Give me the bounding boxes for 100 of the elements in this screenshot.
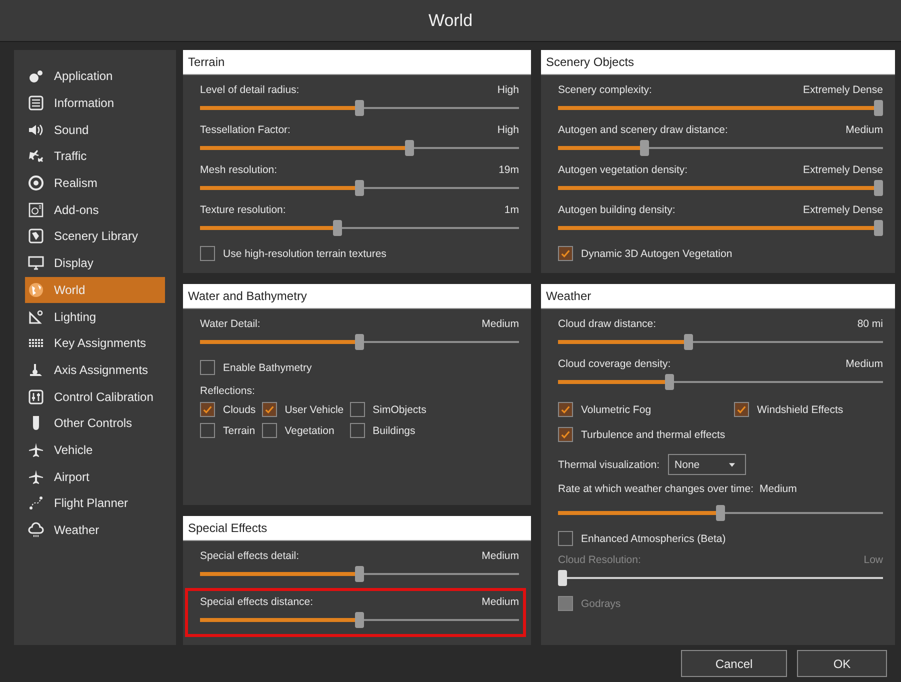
slider-value: 19m	[498, 164, 519, 176]
monitor-icon	[28, 255, 44, 272]
list-icon	[28, 95, 44, 112]
checkbox-label: Enable Bathymetry	[223, 362, 312, 374]
checkbox-label: Vegetation	[284, 424, 334, 436]
sidebar-item[interactable]: Control Calibration	[25, 383, 165, 410]
sidebar-item[interactable]: Display	[25, 250, 165, 276]
checkbox[interactable]	[262, 423, 277, 438]
checkbox[interactable]	[558, 427, 573, 442]
panel-title: Water and Bathymetry	[188, 289, 307, 303]
sidebar-item[interactable]: Vehicle	[25, 436, 165, 464]
checkbox[interactable]	[350, 402, 365, 417]
slider-value: Medium	[760, 483, 797, 495]
slider-thumb[interactable]	[355, 612, 364, 628]
checkbox[interactable]	[200, 246, 215, 261]
slider-value: High	[497, 124, 519, 136]
ok-button[interactable]: OK	[797, 650, 887, 677]
sidebar-item[interactable]: Axis Assignments	[25, 356, 165, 384]
slider-label: Level of detail radius:	[200, 84, 300, 96]
slider-thumb[interactable]	[716, 505, 725, 521]
caret-icon	[728, 462, 735, 466]
sidebar-item[interactable]: Add-ons	[25, 196, 165, 224]
slider-label: Rate at which weather changes over time:	[558, 483, 754, 495]
slider-label: Special effects detail:	[200, 550, 300, 562]
slider-thumb[interactable]	[333, 220, 342, 236]
airplane-icon	[28, 468, 44, 485]
slider-thumb[interactable]	[355, 566, 364, 582]
slider-label: Scenery complexity:	[558, 84, 652, 96]
panel-title: Weather	[546, 289, 592, 303]
route-icon	[28, 495, 44, 512]
slider-value: Extremely Dense	[803, 204, 883, 216]
slider-thumb[interactable]	[640, 140, 650, 156]
panel-title: Terrain	[188, 55, 225, 69]
slider-label: Tessellation Factor:	[200, 124, 290, 136]
checkbox-label: Buildings	[372, 424, 416, 436]
slider-label: Special effects distance:	[200, 596, 314, 608]
checkbox[interactable]	[200, 423, 215, 438]
sidebar-item[interactable]: Traffic	[25, 143, 165, 170]
checkbox[interactable]	[734, 402, 749, 417]
checkbox[interactable]	[200, 360, 215, 375]
target-icon	[28, 175, 44, 192]
checkbox-label: Turbulence and thermal effects	[581, 428, 726, 440]
checkbox-label: Terrain	[223, 424, 256, 436]
checkbox[interactable]	[558, 246, 573, 261]
sidebar-item[interactable]: Realism	[25, 170, 165, 196]
checkbox[interactable]	[558, 402, 573, 417]
cloud-icon	[28, 522, 44, 538]
slider-thumb[interactable]	[355, 100, 364, 116]
slider-thumb[interactable]	[355, 180, 364, 196]
slider-label: Autogen and scenery draw distance:	[558, 124, 728, 136]
slider-label: Water Detail:	[200, 318, 260, 330]
slider-label: Cloud draw distance:	[558, 318, 656, 330]
dropdown[interactable]: None	[668, 454, 746, 475]
slider-thumb[interactable]	[874, 220, 883, 236]
slider-value: Medium	[846, 124, 883, 136]
slider-thumb[interactable]	[874, 180, 883, 196]
group-label: Reflections:	[200, 385, 256, 397]
slider-thumb[interactable]	[874, 100, 883, 116]
sidebar-item[interactable]: Scenery Library	[25, 223, 165, 250]
slider-thumb[interactable]	[404, 140, 414, 156]
checkbox-label: Use high-resolution terrain textures	[223, 248, 386, 260]
checkbox[interactable]	[262, 402, 277, 417]
checkbox[interactable]	[350, 423, 365, 438]
sidebar-item[interactable]: Airport	[25, 463, 165, 490]
checkbox-label: User Vehicle	[284, 404, 344, 416]
slider-thumb[interactable]	[684, 334, 694, 350]
sidebar-item[interactable]: Lighting	[25, 303, 165, 330]
checkbox[interactable]	[558, 531, 573, 546]
slider-label: Cloud coverage density:	[558, 358, 671, 370]
checkbox-label: Dynamic 3D Autogen Vegetation	[581, 248, 732, 260]
checkbox-label: SimObjects	[372, 404, 426, 416]
cancel-button[interactable]: Cancel	[681, 650, 787, 677]
sidebar-item[interactable]: Other Controls	[25, 410, 165, 437]
sliders-icon	[28, 388, 44, 405]
slider-value: Medium	[482, 550, 519, 562]
sidebar-item[interactable]: Application	[25, 63, 165, 90]
sidebar-item[interactable]: Flight Planner	[25, 490, 165, 517]
checkbox-label: Windshield Effects	[757, 404, 844, 416]
slider-thumb[interactable]	[665, 374, 674, 390]
checkbox-label: Enhanced Atmospherics (Beta)	[581, 532, 726, 544]
slider-label: Cloud Resolution:	[558, 554, 641, 566]
sidebar-item[interactable]: Information	[25, 90, 165, 116]
sidebar-item[interactable]: Weather	[25, 516, 165, 544]
slider-value: Extremely Dense	[803, 84, 883, 96]
slider-value: 80 mi	[857, 318, 883, 330]
joystick-icon	[28, 362, 44, 378]
checkbox-label: Clouds	[223, 404, 256, 416]
slider-value: Extremely Dense	[803, 164, 883, 176]
slider-value: High	[497, 84, 519, 96]
sidebar-item[interactable]: Key Assignments	[25, 330, 165, 357]
slider-value: 1m	[504, 204, 519, 216]
checkbox-label: Godrays	[581, 598, 621, 610]
window-title: World	[428, 10, 473, 30]
slider-label: Mesh resolution:	[200, 164, 278, 176]
checkbox[interactable]	[200, 402, 215, 417]
sidebar-item[interactable]: Sound	[25, 116, 165, 144]
slider-thumb[interactable]	[355, 334, 364, 350]
globe-icon	[28, 282, 44, 298]
panel-icon	[28, 202, 44, 218]
slider-value: Medium	[482, 318, 519, 330]
